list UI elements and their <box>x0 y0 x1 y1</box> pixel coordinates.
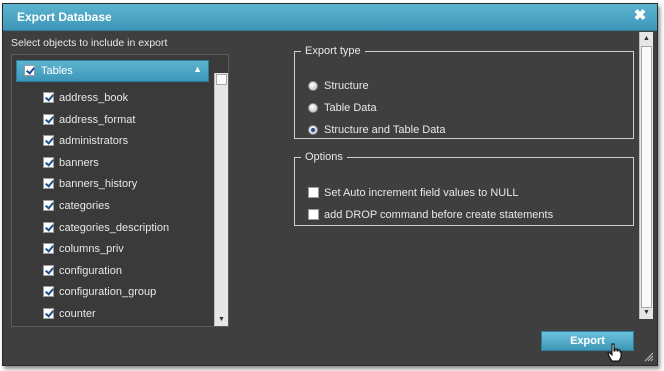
table-item-label: address_book <box>59 92 129 104</box>
table-item-label: configuration_group <box>59 286 157 299</box>
table-item-label: administrators <box>59 135 129 148</box>
table-item-checkbox[interactable] <box>43 156 54 168</box>
table-item-checkbox[interactable] <box>43 113 54 125</box>
dialog-title: Export Database <box>17 10 112 24</box>
dialog-titlebar[interactable]: Export Database ✖ <box>3 4 657 31</box>
collapse-up-icon[interactable]: ▲ <box>193 64 202 74</box>
table-item-checkbox[interactable] <box>43 243 54 255</box>
option-checkbox[interactable] <box>308 187 319 198</box>
table-item-label: categories <box>59 200 110 212</box>
resize-grip-icon[interactable] <box>644 352 654 362</box>
objects-instruction: Select objects to include in export <box>11 37 168 49</box>
table-item-checkbox[interactable] <box>43 221 54 233</box>
radio-label: Structure <box>324 80 369 92</box>
hand-cursor-icon <box>607 343 622 362</box>
table-item-checkbox[interactable] <box>43 264 54 276</box>
tables-group-label: Tables <box>41 65 73 77</box>
option-checkbox[interactable] <box>308 209 319 220</box>
dialog-scroll-thumb[interactable] <box>641 46 652 308</box>
table-item-label: address_format <box>59 113 136 126</box>
option-label: Set Auto increment field values to NULL <box>324 187 519 199</box>
table-item-checkbox[interactable] <box>43 200 54 211</box>
tables-group-checkbox[interactable] <box>24 65 35 76</box>
table-item-checkbox[interactable] <box>43 286 54 298</box>
table-item-checkbox[interactable] <box>43 178 54 190</box>
table-item-label: categories_description <box>59 221 170 234</box>
options-legend: Options <box>305 151 343 163</box>
options-group: Options Set Auto increment field values … <box>294 151 634 226</box>
objects-tree: Tables ▲ address_book address_formatadmin… <box>11 54 229 327</box>
table-item-label: banners <box>59 156 99 169</box>
radio-button[interactable] <box>308 125 318 135</box>
radio-button[interactable] <box>308 81 318 91</box>
table-item-checkbox[interactable] <box>43 92 54 103</box>
scroll-down-icon[interactable]: ▼ <box>215 313 228 326</box>
radio-label: Structure and Table Data <box>324 124 446 136</box>
table-item-label: configuration <box>59 264 122 277</box>
export-type-legend: Export type <box>305 45 361 57</box>
option-label: add DROP command before create statement… <box>324 209 554 221</box>
table-item-label: counter <box>59 308 96 320</box>
dialog-scrollbar[interactable]: ▲ ▼ <box>639 32 653 319</box>
radio-label: Table Data <box>324 102 377 114</box>
table-item-label: columns_priv <box>59 243 124 256</box>
tables-group-header[interactable]: Tables ▲ <box>16 60 209 82</box>
radio-button[interactable] <box>308 103 318 113</box>
tree-scroll-thumb[interactable] <box>216 74 227 85</box>
dialog-scroll-up-icon[interactable]: ▲ <box>640 32 653 45</box>
dialog-scroll-down-icon[interactable]: ▼ <box>640 306 653 319</box>
close-icon[interactable]: ✖ <box>633 8 647 24</box>
export-type-group: Export type Structure Table Data Structure… <box>294 45 634 139</box>
table-item-checkbox[interactable] <box>43 308 54 319</box>
tree-scrollbar[interactable]: ▲ ▼ <box>214 73 228 326</box>
table-item-label: banners_history <box>59 178 138 191</box>
table-item-checkbox[interactable] <box>43 135 54 147</box>
export-database-dialog: Export Database ✖ Select objects to incl… <box>2 3 658 366</box>
